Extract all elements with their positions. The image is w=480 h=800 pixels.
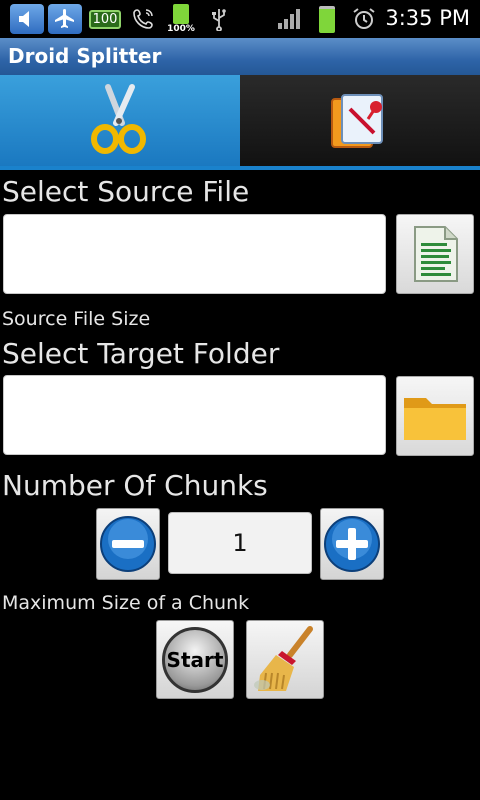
plus-icon [324,516,380,572]
clock: 3:35 PM [385,6,470,30]
chunks-value[interactable]: 1 [168,512,312,574]
alarm-icon [348,4,380,34]
decrement-chunks-button[interactable] [96,508,160,580]
app-title-bar: Droid Splitter [0,38,480,75]
source-file-field[interactable] [3,214,386,294]
tab-merge[interactable] [240,75,480,167]
source-file-size-label: Source File Size [2,308,151,330]
folder-icon [404,398,466,440]
browse-source-button[interactable] [396,214,474,294]
source-file-label: Select Source File [2,175,250,208]
phone-icon [128,4,158,34]
increment-chunks-button[interactable] [320,508,384,580]
target-folder-label: Select Target Folder [2,337,280,370]
clear-button[interactable] [246,620,324,699]
notification-badge: 100 [88,4,122,34]
tab-indicator [0,166,480,170]
merge-document-icon [331,94,383,148]
battery-icon [312,4,342,34]
start-button[interactable]: Start [156,620,234,699]
start-label: Start [162,626,228,693]
tab-split[interactable] [0,75,240,167]
battery-charging-icon: 100% [166,4,196,34]
max-chunk-size-label: Maximum Size of a Chunk [2,592,250,614]
usb-icon [204,4,234,34]
airplane-icon [48,4,82,34]
tab-bar [0,75,480,170]
status-bar: 100 100% 3:35 PM [0,0,480,38]
volume-icon [10,4,44,34]
signal-icon [274,4,304,34]
scissors-icon [91,84,146,154]
target-folder-field[interactable] [3,375,386,455]
spreadsheet-file-icon [414,226,458,282]
app-title: Droid Splitter [8,44,162,68]
minus-icon [100,516,156,572]
broom-icon [254,625,313,691]
chunks-label: Number Of Chunks [2,469,268,502]
browse-target-button[interactable] [396,376,474,456]
